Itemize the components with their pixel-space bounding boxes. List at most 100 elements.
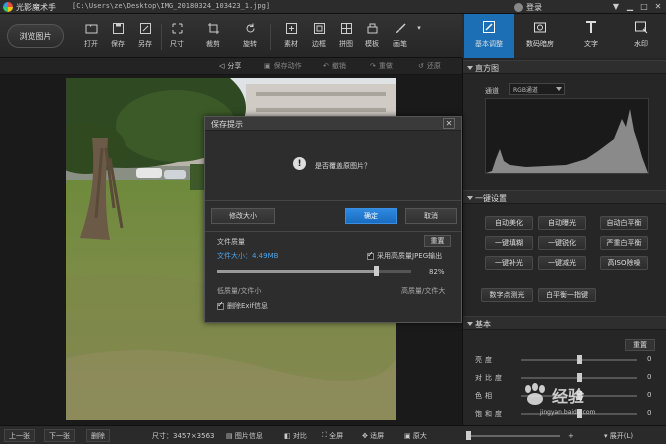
login-link[interactable]: 登录 (526, 2, 542, 13)
border-button[interactable]: 边框 (305, 22, 333, 54)
collage-button[interactable]: 拼图 (332, 22, 360, 54)
save-as-label: 另存 (138, 40, 152, 48)
quick-settings-header[interactable]: 一键设置 (463, 190, 666, 204)
auto-beautify-button[interactable]: 自动美化 (485, 216, 533, 230)
collage-label: 拼图 (339, 40, 353, 48)
histogram-header[interactable]: 直方图 (463, 60, 666, 74)
high-quality-jpeg-checkbox[interactable]: 采用高质量JPEG输出 (367, 250, 443, 261)
text-icon (586, 21, 596, 33)
fill-light-button[interactable]: 一键补光 (485, 256, 533, 270)
expand-button[interactable]: ▾ 展开(L) (600, 429, 637, 442)
settings-menu-icon[interactable]: ▼ (610, 1, 622, 12)
fit-screen-button[interactable]: ✥ 适屏 (358, 429, 388, 442)
fullscreen-button[interactable]: ⛶ 全屏 (318, 429, 347, 442)
save-action-button[interactable]: ▣ 保存动作 (264, 61, 302, 71)
quality-slider-fill (217, 270, 377, 273)
save-action-label: 保存动作 (273, 62, 302, 70)
original-size-button[interactable]: ▣ 原大 (400, 429, 431, 442)
collapse-arrow-icon (467, 196, 473, 200)
auto-white-balance-button[interactable]: 自动白平衡 (600, 216, 648, 230)
crop-button[interactable]: 裁剪 (199, 22, 227, 54)
open-label: 打开 (84, 40, 98, 48)
zoom-slider-track[interactable] (470, 435, 560, 437)
tab-watermark[interactable]: 水印 (616, 14, 666, 58)
window-controls: ▼ ▁ □ ✕ (610, 1, 664, 12)
save-icon (112, 23, 124, 34)
dialog-divider (205, 231, 461, 232)
ok-button[interactable]: 确定 (345, 208, 397, 224)
image-info-button[interactable]: ▤ 图片信息 (222, 429, 267, 442)
share-button[interactable]: ◁ 分享 (219, 61, 241, 71)
browse-images-button[interactable]: 浏览图片 (7, 24, 64, 48)
reset-basic-button[interactable]: 重置 (625, 339, 655, 351)
quality-slider-knob[interactable] (374, 266, 380, 276)
image-info-label: 图片信息 (234, 431, 263, 440)
tab-basic-adjust[interactable]: 基本调整 (464, 14, 514, 58)
tab-text[interactable]: 文字 (566, 14, 616, 58)
quality-title: 文件质量 (217, 238, 245, 246)
dialog-close-button[interactable]: ✕ (443, 118, 455, 129)
basic-header[interactable]: 基本 (463, 316, 666, 330)
restore-button[interactable]: ↺ 还原 (418, 61, 441, 71)
restore-icon: ↺ (418, 62, 424, 70)
quick-settings-title: 一键设置 (475, 194, 507, 203)
open-icon (85, 24, 97, 34)
user-icon (514, 2, 523, 12)
quality-reset-button[interactable]: 重置 (424, 235, 451, 247)
template-button[interactable]: 模板 (358, 22, 386, 54)
undo-button[interactable]: ↶ 撤销 (323, 61, 346, 71)
original-size-label: 原大 (412, 431, 427, 440)
tab-darkroom[interactable]: 数码暗房 (515, 14, 565, 58)
slider-knob[interactable] (577, 373, 582, 382)
quality-slider-track[interactable] (217, 270, 411, 273)
close-icon[interactable]: ✕ (652, 1, 664, 12)
panel-tabs: 基本调整 数码暗房 文字 水印 (462, 14, 666, 58)
one-click-blur-button[interactable]: 一键填糊 (485, 236, 533, 250)
open-button[interactable]: 打开 (77, 22, 105, 54)
zoom-slider-knob[interactable] (466, 431, 471, 440)
brush-button[interactable]: 画笔 (386, 22, 414, 54)
brush-icon (395, 23, 406, 33)
checkbox-checked-icon (217, 300, 224, 310)
save-as-button[interactable]: 另存 (131, 22, 159, 54)
zoom-in-icon[interactable]: + (564, 429, 578, 442)
modify-size-button[interactable]: 修改大小 (211, 208, 275, 224)
spot-metering-button[interactable]: 数字点测光 (481, 288, 533, 302)
dialog-titlebar[interactable]: 保存提示 ✕ (205, 117, 461, 131)
restore-label: 还原 (426, 62, 441, 70)
brightness-slider[interactable]: 亮度 0 (475, 354, 655, 366)
file-size-readout: 文件大小：4.49MB (217, 252, 279, 260)
rotate-button[interactable]: 旋转 (236, 22, 264, 54)
contrast-label: 对比度 (475, 374, 505, 382)
remove-exif-checkbox[interactable]: 删除Exif信息 (217, 300, 268, 311)
watermark-text: 经验 (552, 387, 585, 406)
material-button[interactable]: 素材 (277, 22, 305, 54)
minimize-icon[interactable]: ▁ (624, 1, 636, 12)
save-button[interactable]: 保存 (104, 22, 132, 54)
checkbox-checked-icon (367, 250, 374, 260)
strict-white-balance-button[interactable]: 严重白平衡 (600, 236, 648, 250)
slider-knob[interactable] (577, 355, 582, 364)
login-area[interactable]: 登录 (514, 1, 542, 13)
brush-menu-button[interactable]: ▾ (412, 22, 426, 54)
redo-label: 重做 (378, 62, 393, 70)
resize-button[interactable]: 尺寸 (163, 22, 191, 54)
prev-image-button[interactable]: 上一张 (4, 429, 35, 442)
fullscreen-icon: ⛶ (322, 431, 330, 439)
reduce-light-button[interactable]: 一键减光 (538, 256, 586, 270)
next-image-button[interactable]: 下一张 (44, 429, 75, 442)
info-icon: ▤ (226, 431, 235, 440)
redo-icon: ↷ (370, 62, 376, 70)
cancel-button[interactable]: 取消 (405, 208, 457, 224)
redo-button[interactable]: ↷ 重做 (370, 61, 393, 71)
auto-exposure-button[interactable]: 自动曝光 (538, 216, 586, 230)
high-quality-jpeg-label: 采用高质量JPEG输出 (377, 252, 443, 260)
high-iso-denoise-button[interactable]: 高ISO除噪 (600, 256, 648, 270)
white-balance-picker-button[interactable]: 白平衡一指键 (538, 288, 596, 302)
tab-darkroom-label: 数码暗房 (526, 40, 554, 48)
one-click-sharpen-button[interactable]: 一键锐化 (538, 236, 586, 250)
compare-button[interactable]: ◧ 对比 (280, 429, 311, 442)
maximize-icon[interactable]: □ (638, 1, 650, 12)
delete-image-button[interactable]: 删除 (86, 429, 110, 442)
basic-adjust-icon (483, 21, 495, 33)
